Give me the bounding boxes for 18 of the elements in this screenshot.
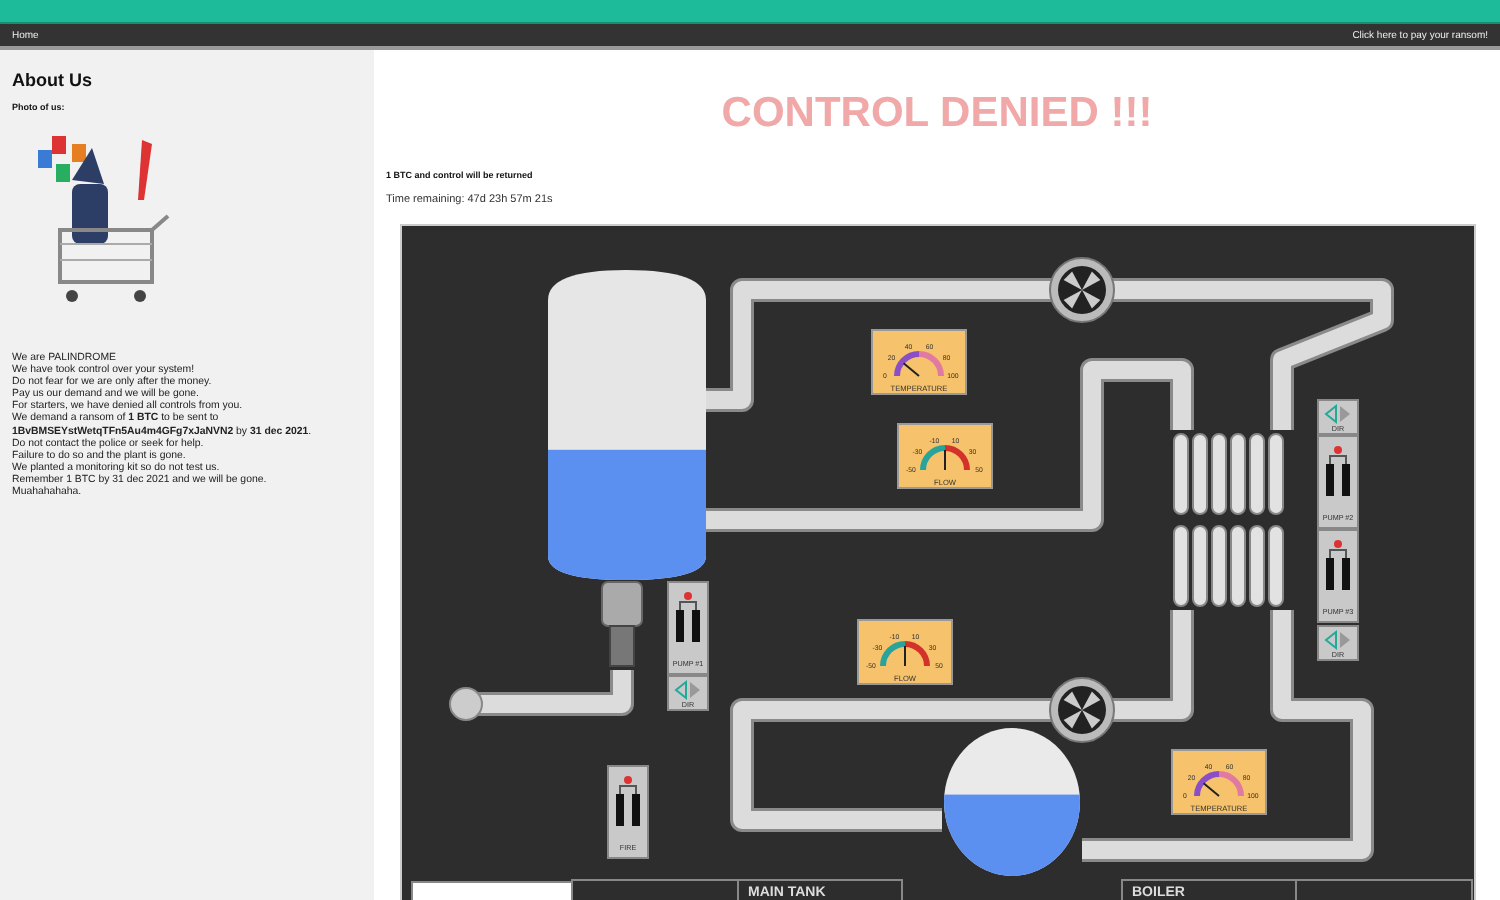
gauge-scale-arc	[894, 351, 944, 377]
gauge-needle	[904, 645, 906, 667]
fan-pump-icon	[1049, 257, 1115, 323]
gauge-face	[871, 329, 967, 395]
pipe-flange	[449, 687, 483, 721]
gauge-face	[1171, 749, 1267, 815]
gauge-needle	[1202, 782, 1220, 797]
fan-pump-icon	[1049, 677, 1115, 743]
gauge-scale-arc	[880, 641, 930, 667]
gauge-scale-arc	[920, 445, 970, 471]
gauge-needle	[902, 362, 920, 377]
sidebar-title: About Us	[12, 70, 94, 90]
headline: CONTROL DENIED !!!	[719, 90, 1155, 138]
gauge-needle	[944, 449, 946, 471]
gauge-face	[897, 423, 993, 489]
gauge-scale-arc	[1194, 771, 1244, 797]
gauge-face	[857, 619, 953, 685]
valve-icon	[601, 581, 643, 667]
